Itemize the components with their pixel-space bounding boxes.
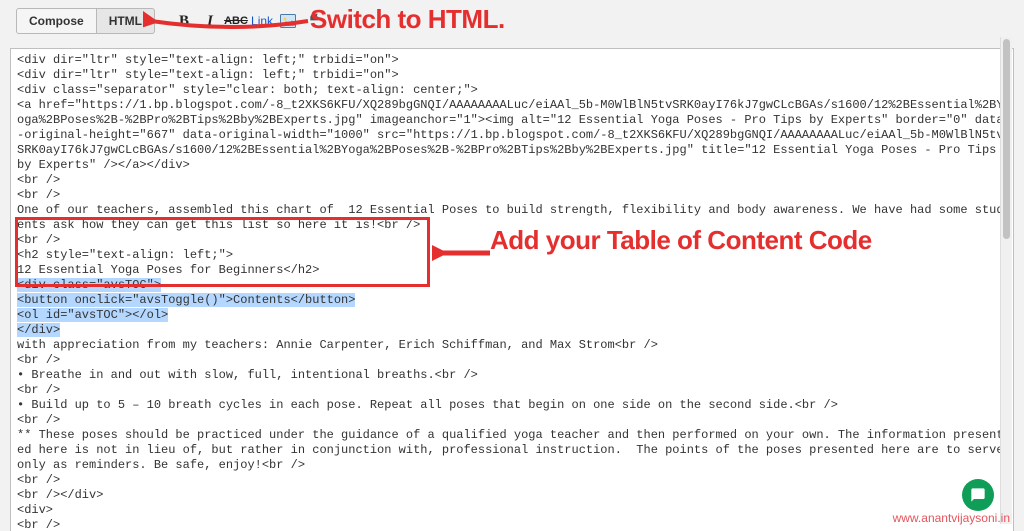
chat-icon — [970, 487, 986, 503]
image-button[interactable] — [277, 10, 299, 32]
strikethrough-button[interactable]: ABC — [225, 10, 247, 32]
html-editor[interactable]: <div dir="ltr" style="text-align: left;"… — [10, 48, 1014, 531]
html-tab[interactable]: HTML — [97, 8, 155, 34]
italic-button[interactable]: I — [199, 10, 221, 32]
mode-tabs: Compose HTML — [16, 8, 155, 34]
compose-tab[interactable]: Compose — [16, 8, 97, 34]
link-button[interactable]: Link — [251, 10, 273, 32]
bold-button[interactable]: B — [173, 10, 195, 32]
image-icon — [280, 14, 296, 28]
scrollbar-thumb[interactable] — [1003, 39, 1010, 239]
chat-floating-button[interactable] — [962, 479, 994, 511]
html-editor-wrap: <div dir="ltr" style="text-align: left;"… — [10, 36, 1014, 525]
editor-toolbar: Compose HTML B I ABC Link ❝ — [16, 6, 1014, 36]
quote-button[interactable]: ❝ — [303, 10, 325, 32]
scrollbar[interactable] — [1000, 37, 1012, 524]
